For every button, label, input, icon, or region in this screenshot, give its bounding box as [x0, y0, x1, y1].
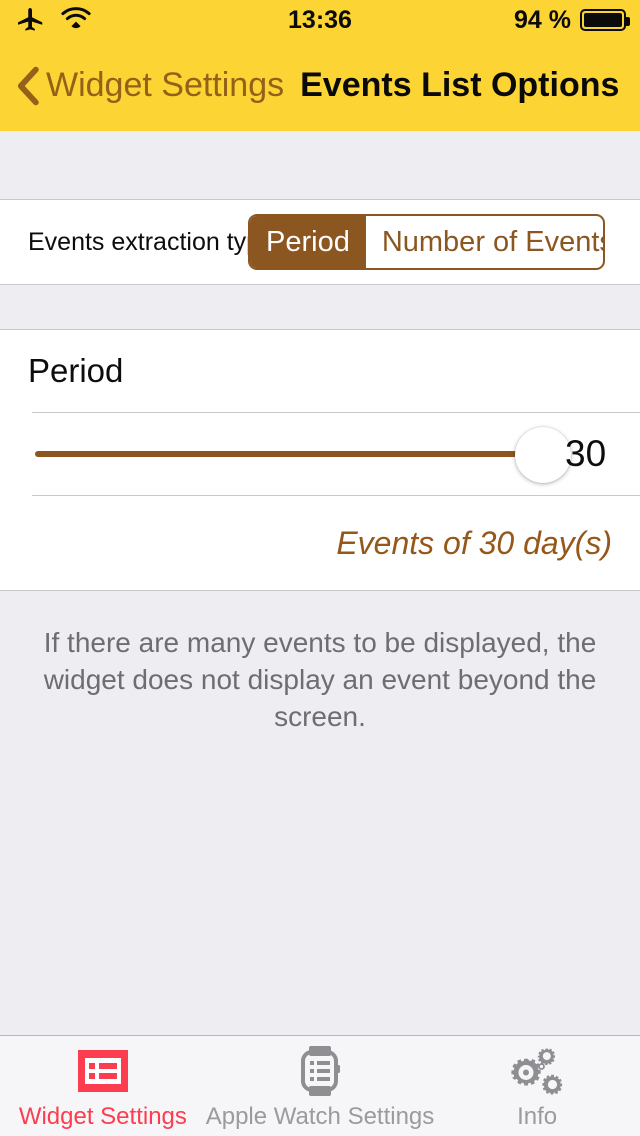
chevron-left-icon: [14, 65, 42, 107]
navigation-bar: Widget Settings Events List Options: [0, 40, 640, 131]
widget-list-icon: [77, 1045, 128, 1097]
extraction-type-group: Events extraction type Period Number of …: [0, 199, 640, 285]
period-title-row: Period: [0, 330, 640, 412]
tab-widget-settings[interactable]: Widget Settings: [0, 1036, 206, 1136]
period-slider-row: 30: [0, 413, 640, 495]
back-button-label: Widget Settings: [46, 66, 285, 104]
tab-label-widget-settings: Widget Settings: [18, 1103, 187, 1130]
app-screen: 13:36 94 % Widget Settings Events List O…: [0, 0, 640, 1136]
slider-track: [35, 451, 517, 457]
page-title: Events List Options: [300, 66, 620, 104]
apple-watch-icon: [297, 1045, 343, 1097]
mid-spacer: [0, 285, 640, 329]
gears-icon: [510, 1045, 564, 1097]
extraction-type-segmented-control[interactable]: Period Number of Events: [248, 214, 605, 270]
slider-thumb[interactable]: [515, 427, 571, 483]
extraction-type-row: Events extraction type Period Number of …: [0, 200, 640, 284]
tab-apple-watch-settings[interactable]: Apple Watch Settings: [205, 1036, 435, 1136]
status-bar-right: 94 %: [514, 0, 630, 40]
tab-info[interactable]: Info: [434, 1036, 640, 1136]
tab-bar: Widget Settings Apple Watch Settings Inf…: [0, 1035, 640, 1136]
tab-label-info: Info: [517, 1103, 558, 1130]
back-button[interactable]: Widget Settings: [14, 65, 284, 107]
status-bar: 13:36 94 %: [0, 0, 640, 40]
period-caption: Events of 30 day(s): [336, 524, 612, 561]
period-group: Period 30 Events of 30 day(s): [0, 329, 640, 591]
settings-content: Events extraction type Period Number of …: [0, 131, 640, 1035]
footer-note: If there are many events to be displayed…: [43, 627, 597, 732]
segment-number-of-events[interactable]: Number of Events: [366, 216, 603, 268]
tab-label-apple-watch-settings: Apple Watch Settings: [205, 1103, 435, 1130]
battery-percent-label: 94 %: [514, 5, 571, 34]
top-spacer: [0, 131, 640, 199]
period-slider-value: 30: [565, 433, 607, 474]
battery-full-icon: [580, 9, 630, 31]
extraction-type-label: Events extraction type: [28, 227, 274, 256]
period-caption-row: Events of 30 day(s): [0, 496, 640, 590]
period-title: Period: [28, 352, 124, 389]
period-slider[interactable]: [35, 413, 571, 495]
segment-period[interactable]: Period: [250, 216, 366, 268]
